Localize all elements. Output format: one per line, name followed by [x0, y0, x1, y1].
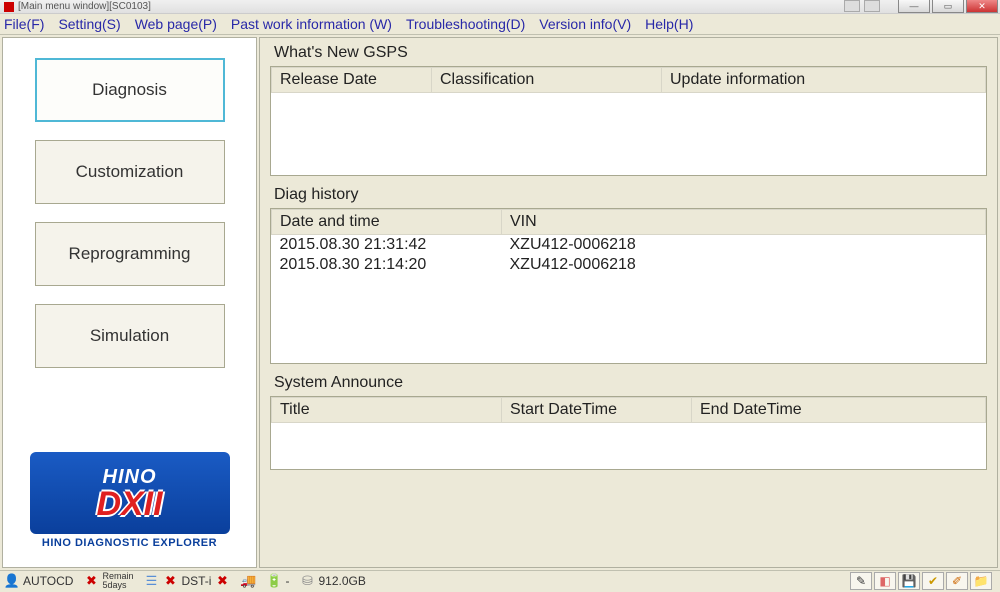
status-autocd: AUTOCD	[23, 574, 73, 588]
status-dst: DST-i	[181, 574, 211, 588]
maximize-button[interactable]: ▭	[932, 0, 964, 13]
app-icon	[4, 2, 14, 12]
titlebar: [Main menu window][SC0103] — ▭ ✕	[0, 0, 1000, 14]
menu-setting[interactable]: Setting(S)	[58, 16, 120, 32]
logo-subtitle: HINO DIAGNOSTIC EXPLORER	[42, 537, 217, 549]
menu-troubleshooting[interactable]: Troubleshooting(D)	[406, 16, 525, 32]
user-icon: 👤	[4, 573, 20, 589]
whatsnew-table: Release Date Classification Update infor…	[271, 67, 986, 93]
sidebar: Diagnosis Customization Reprogramming Si…	[2, 37, 257, 568]
status-remain-days: 5days	[102, 580, 126, 590]
announce-col-title[interactable]: Title	[272, 398, 502, 423]
x-icon-2: ✖	[214, 573, 230, 589]
menu-webpage[interactable]: Web page(P)	[135, 16, 217, 32]
main-content: What's New GSPS Release Date Classificat…	[259, 37, 998, 568]
whatsnew-col-release[interactable]: Release Date	[272, 68, 432, 93]
status-battery: 🔋 -	[266, 573, 289, 589]
minimize-button[interactable]: —	[898, 0, 930, 13]
logo-badge: HINO DXII	[30, 452, 230, 534]
logo: HINO DXII HINO DIAGNOSTIC EXPLORER	[22, 441, 237, 559]
status-toolbar: ✎ ◧ 💾 ✔ ✐ 📁	[850, 572, 996, 590]
tool-eraser-icon[interactable]: ◧	[874, 572, 896, 590]
diag-table: Date and time VIN 2015.08.30 21:31:42 XZ…	[271, 209, 986, 275]
diag-cell-datetime: 2015.08.30 21:14:20	[272, 255, 502, 275]
aux-window-buttons	[844, 0, 880, 12]
workspace: Diagnosis Customization Reprogramming Si…	[0, 35, 1000, 570]
menu-versioninfo[interactable]: Version info(V)	[539, 16, 631, 32]
diag-col-datetime[interactable]: Date and time	[272, 210, 502, 235]
diag-row[interactable]: 2015.08.30 21:14:20 XZU412-0006218	[272, 255, 986, 275]
status-truck: 🚚	[240, 573, 256, 589]
logo-product-text: DXII	[96, 489, 162, 520]
battery-dash: -	[285, 574, 289, 588]
diag-row[interactable]: 2015.08.30 21:31:42 XZU412-0006218	[272, 235, 986, 256]
menubar: File(F) Setting(S) Web page(P) Past work…	[0, 14, 1000, 35]
tool-save-icon[interactable]: 💾	[898, 572, 920, 590]
nav-simulation-label: Simulation	[90, 326, 169, 346]
battery-icon: 🔋	[266, 573, 282, 589]
status-user: 👤 AUTOCD	[4, 573, 73, 589]
announce-col-end[interactable]: End DateTime	[692, 398, 986, 423]
close-button[interactable]: ✕	[966, 0, 998, 13]
status-disk: ⛁ 912.0GB	[299, 573, 365, 589]
tool-folder-icon[interactable]: 📁	[970, 572, 992, 590]
status-remain: ✖ Remain 5days	[83, 572, 133, 590]
diag-cell-vin: XZU412-0006218	[502, 235, 986, 256]
statusbar: 👤 AUTOCD ✖ Remain 5days ☰ ✖ DST-i ✖ 🚚 🔋 …	[0, 570, 1000, 590]
aux-button-1[interactable]	[844, 0, 860, 12]
nav-customization-label: Customization	[76, 162, 184, 182]
nav-customization-button[interactable]: Customization	[35, 140, 225, 204]
server-icon: ☰	[143, 573, 159, 589]
tool-edit-icon[interactable]: ✐	[946, 572, 968, 590]
diag-col-vin[interactable]: VIN	[502, 210, 986, 235]
announce-table: Title Start DateTime End DateTime	[271, 397, 986, 423]
announce-col-start[interactable]: Start DateTime	[502, 398, 692, 423]
diag-cell-datetime: 2015.08.30 21:31:42	[272, 235, 502, 256]
nav-reprogramming-button[interactable]: Reprogramming	[35, 222, 225, 286]
whatsnew-panel: Release Date Classification Update infor…	[270, 66, 987, 176]
whatsnew-col-update[interactable]: Update information	[662, 68, 986, 93]
diag-cell-vin: XZU412-0006218	[502, 255, 986, 275]
nav-simulation-button[interactable]: Simulation	[35, 304, 225, 368]
whatsnew-title: What's New GSPS	[274, 44, 987, 62]
diag-panel: Date and time VIN 2015.08.30 21:31:42 XZ…	[270, 208, 987, 364]
window-controls: — ▭ ✕	[896, 0, 998, 13]
announce-title: System Announce	[274, 374, 987, 392]
whatsnew-col-class[interactable]: Classification	[432, 68, 662, 93]
menu-file[interactable]: File(F)	[4, 16, 44, 32]
tool-mark-icon[interactable]: ✔	[922, 572, 944, 590]
nav-diagnosis-button[interactable]: Diagnosis	[35, 58, 225, 122]
window-title: [Main menu window][SC0103]	[18, 1, 151, 12]
truck-icon: 🚚	[240, 573, 256, 589]
diag-title: Diag history	[274, 186, 987, 204]
x-icon: ✖	[162, 573, 178, 589]
menu-pastwork[interactable]: Past work information (W)	[231, 16, 392, 32]
remain-x-icon: ✖	[83, 573, 99, 589]
tool-pen-icon[interactable]: ✎	[850, 572, 872, 590]
status-disk-size: 912.0GB	[318, 574, 365, 588]
disk-icon: ⛁	[299, 573, 315, 589]
status-device: ☰ ✖ DST-i ✖	[143, 573, 230, 589]
menu-help[interactable]: Help(H)	[645, 16, 693, 32]
nav-diagnosis-label: Diagnosis	[92, 80, 167, 100]
nav-reprogramming-label: Reprogramming	[69, 244, 191, 264]
announce-panel: Title Start DateTime End DateTime	[270, 396, 987, 470]
aux-button-2[interactable]	[864, 0, 880, 12]
